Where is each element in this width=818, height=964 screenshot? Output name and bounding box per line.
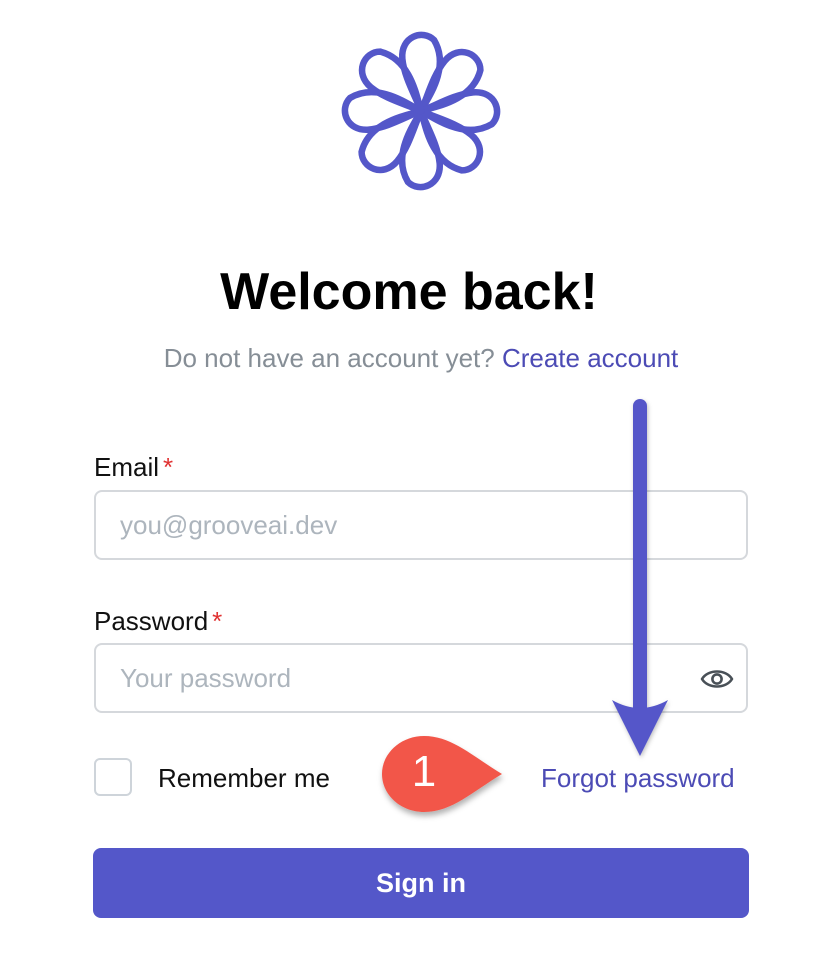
password-input[interactable] (94, 643, 748, 713)
password-label-text: Password (94, 606, 209, 636)
create-account-link[interactable]: Create account (502, 343, 678, 373)
password-label: Password * (94, 605, 222, 637)
eye-icon[interactable] (700, 664, 734, 694)
email-label-text: Email (94, 452, 160, 482)
forgot-password-link[interactable]: Forgot password (541, 762, 735, 794)
required-marker: * (163, 452, 174, 482)
email-input[interactable] (94, 490, 748, 560)
sign-in-button[interactable]: Sign in (93, 848, 749, 918)
signup-prompt-text: Do not have an account yet? (163, 343, 495, 373)
remember-me-checkbox[interactable] (94, 758, 132, 796)
required-marker: * (212, 606, 223, 636)
signup-prompt: Do not have an account yet? Create accou… (0, 340, 818, 376)
remember-me-label[interactable]: Remember me (158, 762, 330, 794)
step-number: 1 (411, 747, 437, 796)
email-label: Email * (94, 451, 173, 483)
flower-swirl-logo-icon (341, 31, 501, 191)
page-title: Welcome back! (220, 263, 598, 321)
